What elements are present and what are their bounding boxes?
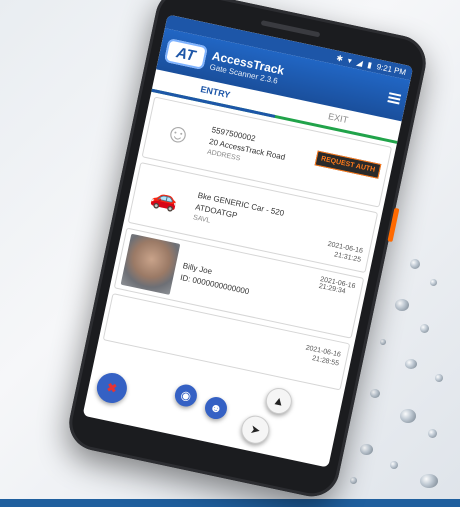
camera-button[interactable]: ◉ (172, 382, 199, 409)
bluetooth-icon: ✱ (335, 53, 344, 64)
camera-icon: ◉ (179, 387, 193, 404)
person-outline-icon: ☺ (162, 115, 195, 151)
close-icon: ✖ (105, 380, 119, 396)
phone-device: ✱ ▾ ◢ ▮ 9:21 PM AT AccessTrack Gate Scan… (64, 0, 431, 502)
send-icon: ➤ (248, 421, 262, 438)
person-icon: ☻ (208, 399, 224, 417)
app-logo: AT (163, 38, 208, 70)
person-scan-button[interactable]: ☻ (202, 395, 230, 422)
signal-icon: ◢ (355, 57, 364, 68)
car-icon: 🚗 (148, 183, 181, 214)
battery-icon: ▮ (366, 59, 373, 70)
phone-screen: ✱ ▾ ◢ ▮ 9:21 PM AT AccessTrack Gate Scan… (82, 14, 414, 468)
person-photo (120, 233, 181, 295)
speaker-grille (260, 20, 321, 38)
send-button[interactable]: ➤ (238, 413, 272, 447)
alarm-light-icon: ▲ (271, 392, 287, 410)
wifi-icon: ▾ (346, 55, 353, 66)
entry-list: ☺ 5597500002 20 AccessTrack Road ADDRESS… (99, 92, 397, 392)
cancel-button[interactable]: ✖ (94, 370, 130, 406)
scan-side-button[interactable] (387, 207, 400, 243)
alarm-button[interactable]: ▲ (263, 385, 295, 417)
menu-icon[interactable] (387, 92, 402, 105)
